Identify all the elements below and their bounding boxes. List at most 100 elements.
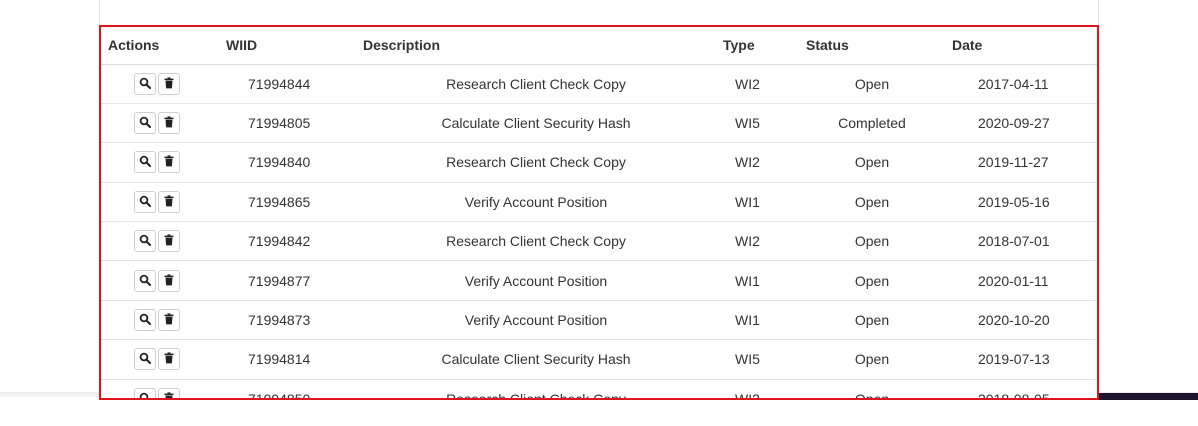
delete-button[interactable] — [158, 309, 180, 332]
table-row[interactable]: 71994873 Verify Account Position WI1 Open 20… — [101, 300, 1097, 341]
cell-type: WI2 — [716, 221, 799, 262]
header-row: Actions WIID Description Type Status Dat… — [101, 27, 1097, 65]
row-actions — [101, 221, 219, 262]
delete-button[interactable] — [158, 269, 180, 292]
trash-icon — [163, 154, 175, 170]
row-actions — [101, 103, 219, 144]
column-header-type[interactable]: Type — [716, 27, 799, 65]
cell-wiid: 71994842 — [219, 221, 356, 262]
cell-description: Calculate Client Security Hash — [356, 339, 716, 380]
cell-status: Open — [799, 379, 945, 398]
cell-description: Verify Account Position — [356, 260, 716, 301]
delete-button[interactable] — [158, 72, 180, 95]
cell-description: Research Client Check Copy — [356, 142, 716, 183]
row-actions — [101, 260, 219, 301]
cell-wiid: 71994840 — [219, 142, 356, 183]
table-row[interactable]: 71994844 Research Client Check Copy WI2 Ope… — [101, 64, 1097, 104]
cell-type: WI1 — [716, 182, 799, 223]
cell-status: Open — [799, 260, 945, 301]
delete-button[interactable] — [158, 151, 180, 174]
cell-date: 2020-01-11 — [945, 260, 1097, 301]
table-row[interactable]: 71994850 Research Client Check Copy WI2 Ope… — [101, 379, 1097, 398]
cell-status: Open — [799, 182, 945, 223]
trash-icon — [163, 312, 175, 328]
view-button[interactable] — [134, 348, 156, 371]
cell-wiid: 71994814 — [219, 339, 356, 380]
delete-button[interactable] — [158, 387, 180, 398]
view-button[interactable] — [134, 387, 156, 398]
trash-icon — [163, 194, 175, 210]
table-row[interactable]: 71994865 Verify Account Position WI1 Open 20… — [101, 182, 1097, 223]
row-actions — [101, 64, 219, 104]
cell-date: 2020-10-20 — [945, 300, 1097, 341]
cell-date: 2019-07-13 — [945, 339, 1097, 380]
cell-date: 2019-11-27 — [945, 142, 1097, 183]
row-actions — [101, 339, 219, 380]
column-header-actions: Actions — [101, 27, 219, 65]
view-button[interactable] — [134, 151, 156, 174]
cell-type: WI2 — [716, 64, 799, 104]
cell-wiid: 71994877 — [219, 260, 356, 301]
table-row[interactable]: 71994805 Calculate Client Security Hash WI… — [101, 103, 1097, 144]
row-actions — [101, 379, 219, 398]
trash-icon — [163, 233, 175, 249]
column-header-status[interactable]: Status — [799, 27, 945, 65]
search-icon — [139, 233, 151, 249]
cell-description: Verify Account Position — [356, 182, 716, 223]
cell-type: WI5 — [716, 339, 799, 380]
trash-icon — [163, 115, 175, 131]
search-icon — [139, 76, 151, 92]
trash-icon — [163, 351, 175, 367]
work-items-table: Actions WIID Description Type Status Dat… — [101, 27, 1097, 398]
view-button[interactable] — [134, 230, 156, 253]
cell-type: WI1 — [716, 300, 799, 341]
table-row[interactable]: 71994877 Verify Account Position WI1 Open 20… — [101, 260, 1097, 301]
table-row[interactable]: 71994842 Research Client Check Copy WI2 Ope… — [101, 221, 1097, 262]
table-row[interactable]: 71994814 Calculate Client Security Hash WI… — [101, 339, 1097, 380]
cell-date: 2018-08-05 — [945, 379, 1097, 398]
table-row[interactable]: 71994840 Research Client Check Copy WI2 Ope… — [101, 142, 1097, 183]
work-items-grid[interactable]: Actions WIID Description Type Status Dat… — [99, 25, 1099, 400]
cell-wiid: 71994844 — [219, 64, 356, 104]
cell-status: Open — [799, 142, 945, 183]
cell-date: 2019-05-16 — [945, 182, 1097, 223]
delete-button[interactable] — [158, 230, 180, 253]
view-button[interactable] — [134, 190, 156, 213]
delete-button[interactable] — [158, 190, 180, 213]
search-icon — [139, 391, 151, 398]
cell-description: Calculate Client Security Hash — [356, 103, 716, 144]
column-header-wiid[interactable]: WIID — [219, 27, 356, 65]
cell-description: Verify Account Position — [356, 300, 716, 341]
search-icon — [139, 154, 151, 170]
view-button[interactable] — [134, 112, 156, 135]
delete-button[interactable] — [158, 112, 180, 135]
cell-type: WI2 — [716, 379, 799, 398]
search-icon — [139, 273, 151, 289]
search-icon — [139, 194, 151, 210]
view-button[interactable] — [134, 309, 156, 332]
page: Actions WIID Description Type Status Dat… — [0, 0, 1198, 426]
cell-type: WI2 — [716, 142, 799, 183]
view-button[interactable] — [134, 269, 156, 292]
cell-status: Completed — [799, 103, 945, 144]
cell-status: Open — [799, 339, 945, 380]
column-header-date[interactable]: Date — [945, 27, 1097, 65]
cell-type: WI5 — [716, 103, 799, 144]
cell-description: Research Client Check Copy — [356, 221, 716, 262]
cell-status: Open — [799, 64, 945, 104]
row-actions — [101, 182, 219, 223]
column-header-description[interactable]: Description — [356, 27, 716, 65]
search-icon — [139, 115, 151, 131]
cell-date: 2018-07-01 — [945, 221, 1097, 262]
cell-wiid: 71994873 — [219, 300, 356, 341]
table-body: 71994844 Research Client Check Copy WI2 Ope… — [101, 64, 1097, 398]
trash-icon — [163, 391, 175, 398]
row-actions — [101, 142, 219, 183]
trash-icon — [163, 76, 175, 92]
trash-icon — [163, 273, 175, 289]
view-button[interactable] — [134, 72, 156, 95]
search-icon — [139, 312, 151, 328]
search-icon — [139, 351, 151, 367]
delete-button[interactable] — [158, 348, 180, 371]
cell-date: 2020-09-27 — [945, 103, 1097, 144]
